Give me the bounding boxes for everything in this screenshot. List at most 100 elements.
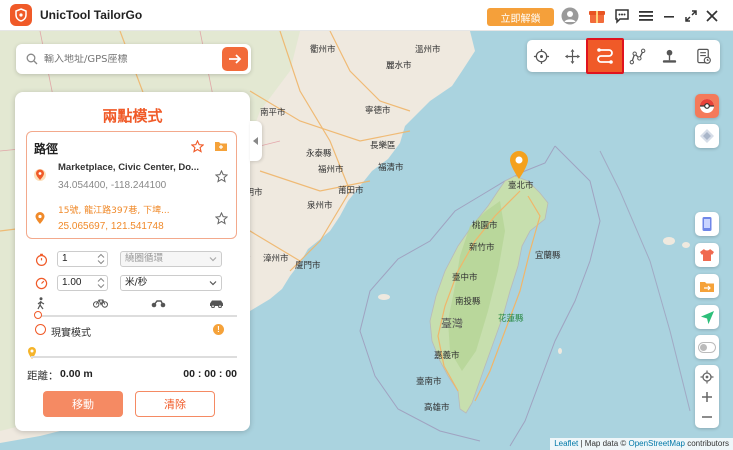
history-icon[interactable]: [691, 44, 717, 68]
map-place-label: 寧德市: [365, 106, 391, 116]
distance-value: 0.00 m: [60, 368, 93, 380]
search-submit-button[interactable]: [222, 47, 248, 71]
map-place-label: 廈門市: [295, 261, 321, 271]
map-place-label: 麗水市: [386, 61, 412, 71]
map-place-label: 臺南市: [416, 377, 442, 387]
map-place-label: 福州市: [318, 165, 344, 175]
real-mode-radio[interactable]: [35, 324, 46, 335]
speed-slider-track[interactable]: [36, 315, 237, 317]
map-place-label: 長樂區: [370, 141, 396, 151]
repeat-mode-select[interactable]: 繞圈循環: [120, 251, 222, 267]
two-point-mode-panel: 兩點模式 路徑 Marketplace, Civic Center, Do...…: [15, 92, 250, 431]
start-favorite-star-icon[interactable]: [214, 169, 228, 183]
joystick-mode-icon[interactable]: [559, 44, 585, 68]
move-button[interactable]: 移動: [43, 391, 123, 417]
map-place-label: 臺北市: [508, 181, 534, 191]
map-place-label: 漳州市: [263, 254, 289, 264]
search-box: [16, 44, 251, 74]
zoom-controls: [695, 365, 719, 428]
teleport-mode-icon[interactable]: [528, 44, 554, 68]
multi-point-mode-icon[interactable]: [624, 44, 650, 68]
user-avatar-icon[interactable]: [561, 7, 579, 25]
title-bar: UnicTool TailorGo 立即解鎖: [0, 0, 733, 31]
zoom-in-icon[interactable]: [695, 387, 719, 407]
bicycle-icon[interactable]: [92, 297, 108, 309]
map-place-label: 花蓮縣: [498, 314, 524, 324]
folder-icon[interactable]: [695, 274, 719, 298]
zoom-out-icon[interactable]: [695, 407, 719, 427]
minimize-icon[interactable]: [660, 7, 678, 25]
menu-icon[interactable]: [637, 7, 655, 25]
two-point-mode-icon[interactable]: [586, 38, 624, 74]
map-place-label: 臺灣: [441, 317, 463, 330]
locate-me-icon[interactable]: [695, 367, 719, 387]
motorcycle-icon[interactable]: [150, 297, 166, 309]
map-place-label: 嘉義市: [434, 351, 460, 361]
toggle-icon[interactable]: [695, 335, 719, 359]
location-pin-icon: [510, 151, 528, 179]
map-place-label: 福清市: [378, 163, 404, 173]
start-point-icon: [33, 168, 47, 182]
route-progress-bar: [31, 356, 237, 358]
walk-icon[interactable]: [33, 296, 49, 309]
start-point-coords: 34.054400, -118.244100: [58, 180, 167, 191]
stepper-icon[interactable]: [97, 277, 105, 289]
stepper-icon[interactable]: [97, 253, 105, 265]
pokeball-icon[interactable]: [695, 94, 719, 118]
attribution-separator: | Map data ©: [578, 439, 629, 448]
speed-unit-value: 米/秒: [125, 277, 148, 288]
repeat-count-value: 1: [62, 253, 68, 264]
time-value: 00 : 00 : 00: [183, 368, 237, 380]
map-place-label: 莆田市: [338, 186, 364, 196]
jump-mode-icon[interactable]: [656, 44, 682, 68]
speed-input[interactable]: 1.00: [57, 275, 108, 291]
start-point-name: Marketplace, Civic Center, Do...: [58, 162, 199, 173]
restore-icon[interactable]: [682, 7, 700, 25]
end-favorite-star-icon[interactable]: [214, 211, 228, 225]
device-icon[interactable]: [695, 212, 719, 236]
end-point-name: 15號, 龍江路397巷, 下埤...: [58, 206, 170, 216]
repeat-mode-value: 繞圈循環: [125, 253, 164, 264]
search-input[interactable]: [44, 53, 224, 65]
arrow-right-icon: [229, 54, 242, 64]
map-place-label: 南投縣: [455, 297, 481, 307]
repeat-count-input[interactable]: 1: [57, 251, 108, 267]
speed-slider-thumb[interactable]: [34, 311, 42, 319]
map-attribution: Leaflet | Map data © OpenStreetMap contr…: [550, 438, 733, 450]
unlock-button[interactable]: 立即解鎖: [487, 8, 554, 26]
route-label: 路徑: [34, 142, 59, 156]
chevron-down-icon: [209, 281, 217, 286]
send-icon[interactable]: [695, 305, 719, 329]
add-folder-icon[interactable]: [214, 139, 228, 153]
map-place-label: 臺中市: [452, 273, 478, 283]
gift-icon[interactable]: [588, 7, 606, 25]
shirt-icon[interactable]: [695, 243, 719, 267]
map-place-label: 南平市: [260, 108, 286, 118]
leaflet-link[interactable]: Leaflet: [554, 439, 578, 448]
distance-label: 距離：: [27, 370, 59, 382]
end-point-coords: 25.065697, 121.541748: [58, 221, 164, 232]
search-icon: [26, 53, 38, 65]
game-icon[interactable]: [695, 124, 719, 148]
favorite-star-icon[interactable]: [190, 139, 204, 153]
osm-link[interactable]: OpenStreetMap: [628, 439, 684, 448]
attribution-tail: contributors: [684, 439, 729, 448]
map-place-label: 永泰縣: [306, 149, 332, 159]
close-icon[interactable]: [703, 7, 721, 25]
real-mode-label: 現實模式: [51, 328, 91, 339]
info-icon[interactable]: !: [213, 324, 224, 335]
app-logo-icon: [10, 4, 32, 26]
chevron-down-icon: [209, 257, 217, 262]
car-icon[interactable]: [208, 297, 224, 309]
speed-unit-select[interactable]: 米/秒: [120, 275, 222, 291]
map-place-label: 泉州市: [307, 201, 333, 211]
map-place-label: 桃園市: [472, 221, 498, 231]
map-place-label: 新竹市: [469, 243, 495, 253]
map-place-label: 宜蘭縣: [535, 251, 561, 261]
feedback-icon[interactable]: [613, 7, 631, 25]
chevron-left-icon: [253, 137, 258, 145]
collapse-panel-button[interactable]: [250, 121, 262, 161]
clear-button[interactable]: 清除: [135, 391, 215, 417]
map-place-label: 高雄市: [424, 403, 450, 413]
end-point-icon: [33, 211, 47, 225]
